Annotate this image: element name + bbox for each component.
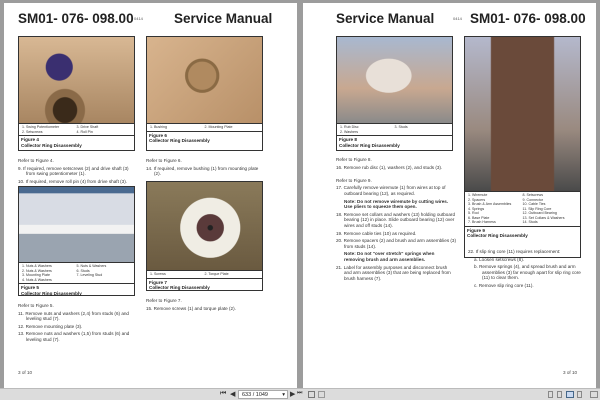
text: 11. Remove nuts and washers (2,4) from s… bbox=[18, 310, 129, 322]
page-number-input[interactable]: 633 / 1049 ▾ bbox=[238, 390, 288, 399]
figure-4: 1. Swing Potentiometer 3. Drive Shaft 2. S… bbox=[18, 36, 135, 151]
text: 13. Remove nuts and washers (1,5) from s… bbox=[18, 331, 130, 342]
step-22: 22. If slip ring core (11) requires repl… bbox=[468, 249, 586, 291]
text: 2. Mounting Plate bbox=[204, 125, 233, 129]
text: 21. Label for assembly purposes and disc… bbox=[336, 264, 451, 281]
figure-8: 1. Rub Disc 3. Studs 2. Washers Figure 8 Co… bbox=[336, 36, 453, 151]
page-title: Service Manual bbox=[336, 11, 435, 26]
figure-5: 1. Nuts & Washers 5. Nuts & Washers 2. Nut… bbox=[18, 186, 135, 296]
figure-9-photo bbox=[465, 37, 580, 192]
right-steps-column: Refer to Figure 8. 16. Remove rub disc (1… bbox=[336, 157, 456, 283]
text: Collector Ring Disassembly bbox=[339, 142, 400, 148]
text: 7. Leveling Stud bbox=[76, 273, 103, 277]
text: 633 / 1049 bbox=[242, 392, 268, 398]
text: Collector Ring Disassembly bbox=[467, 233, 528, 238]
text: Collector Ring Disassembly bbox=[149, 138, 210, 143]
rotate-icon[interactable] bbox=[308, 391, 315, 398]
page-footer: 3 of 10 bbox=[18, 370, 33, 375]
figure-5-photo bbox=[19, 187, 134, 263]
figure-4-photo bbox=[19, 37, 134, 124]
two-page-view-icon[interactable] bbox=[566, 391, 574, 398]
doc-number: SM01- 076- 098.00 bbox=[470, 11, 586, 26]
text: 14. Studs bbox=[522, 220, 538, 224]
right-page: Service Manual 0414 SM01- 076- 098.00 1.… bbox=[303, 3, 596, 388]
first-page-button[interactable]: ⏮ bbox=[220, 390, 226, 398]
viewer-toolbar: ⏮ ◀ 633 / 1049 ▾ ▶ ⏭ bbox=[0, 388, 600, 400]
text: 2. Washers bbox=[340, 129, 359, 134]
page-title: Service Manual bbox=[174, 11, 273, 26]
steps-11-13: Refer to Figure 5. 11. Remove nuts and wa… bbox=[18, 303, 138, 345]
text: 18. Remove set collars and washers (13) … bbox=[336, 211, 455, 228]
text: Refer to Figure 5. bbox=[18, 303, 54, 308]
steps-9-10: Refer to Figure 4. 9. If required, remove… bbox=[18, 158, 136, 186]
figure-7-photo bbox=[147, 182, 262, 271]
text: Collector Ring Disassembly bbox=[21, 142, 82, 148]
text: 1. Bushing bbox=[150, 125, 167, 129]
revision: 0414 bbox=[134, 16, 143, 21]
text: Refer to Figure 8. bbox=[336, 157, 372, 162]
text: 17. Carefully remove wiremute (1) from w… bbox=[336, 185, 446, 196]
text: Refer to Figure 4. bbox=[18, 158, 54, 163]
text: Collector Ring Disassembly bbox=[21, 290, 82, 296]
text: 14. If required, remove bushing (1) from… bbox=[146, 165, 259, 177]
previous-page-button[interactable]: ◀ bbox=[230, 390, 235, 398]
step-15: Refer to Figure 7. 15. Remove screws (1) … bbox=[146, 298, 264, 313]
fullscreen-icon[interactable] bbox=[590, 391, 598, 398]
text: 19. Remove cable ties (10) as required. bbox=[336, 230, 417, 236]
text: 9. If required, remove setscrews (2) and… bbox=[18, 165, 129, 177]
text: 12. Remove mounting plate (3). bbox=[18, 323, 83, 329]
text: Collector Ring Disassembly bbox=[149, 285, 210, 290]
figure-8-photo bbox=[337, 37, 452, 124]
text: 4. Nuts & Washers bbox=[22, 277, 52, 282]
text: 2. Setscrews bbox=[22, 129, 43, 134]
revision: 0414 bbox=[453, 16, 462, 21]
text: 3. Studs bbox=[394, 125, 408, 129]
fit-width-icon[interactable] bbox=[577, 391, 582, 398]
note: Note: Do not remove wiremute by cutting … bbox=[344, 198, 449, 210]
figure-7: 1. Screws 2. Torque Plate Figure 7 Collect… bbox=[146, 181, 263, 291]
note: Note: Do not "over stretch" springs when… bbox=[344, 251, 435, 262]
text: 2. Torque Plate bbox=[204, 272, 229, 276]
continuous-view-icon[interactable] bbox=[557, 391, 562, 398]
figure-6-photo bbox=[147, 37, 262, 124]
figure-6: 1. Bushing 2. Mounting Plate Figure 6 Coll… bbox=[146, 36, 263, 151]
text: Refer to Figure 6. bbox=[146, 158, 182, 163]
last-page-button[interactable]: ⏭ bbox=[297, 390, 302, 397]
figure-9: 1. Wiremute 8. Setscrews 2. Spacers 9. Conn… bbox=[464, 36, 581, 258]
text: 20. Remove spacers (2) and brush and arm… bbox=[336, 238, 457, 249]
single-page-view-icon[interactable] bbox=[548, 391, 553, 398]
thumbnail-icon[interactable] bbox=[318, 391, 325, 398]
text: a. Loosen setscrews (8). bbox=[474, 256, 525, 262]
page-footer: 3 of 10 bbox=[563, 370, 578, 375]
text: 16. Remove rub disc (1), washers (2), an… bbox=[336, 164, 443, 170]
text: 7. Brush Harness bbox=[468, 220, 496, 224]
text: 1. Screws bbox=[150, 272, 166, 276]
text: 4. Roll Pin bbox=[76, 129, 93, 134]
next-page-button[interactable]: ▶ bbox=[290, 390, 295, 398]
text: Refer to Figure 7. bbox=[146, 298, 182, 303]
chevron-down-icon[interactable]: ▾ bbox=[282, 391, 285, 399]
text: b. Remove springs (4), and spread brush … bbox=[474, 264, 581, 281]
text: 10. If required, remove roll pin (4) fro… bbox=[18, 178, 128, 184]
text: c. Remove slip ring core (11). bbox=[474, 282, 534, 288]
doc-number: SM01- 076- 098.00 bbox=[18, 11, 134, 26]
step-14: Refer to Figure 6. 14. If required, remov… bbox=[146, 158, 264, 179]
text: Refer to Figure 9. bbox=[336, 177, 372, 183]
text: 22. If slip ring core (11) requires repl… bbox=[468, 249, 561, 254]
text: 15. Remove screws (1) and torque plate (… bbox=[146, 305, 236, 311]
left-page: SM01- 076- 098.00 0414 Service Manual 1.… bbox=[4, 3, 297, 388]
